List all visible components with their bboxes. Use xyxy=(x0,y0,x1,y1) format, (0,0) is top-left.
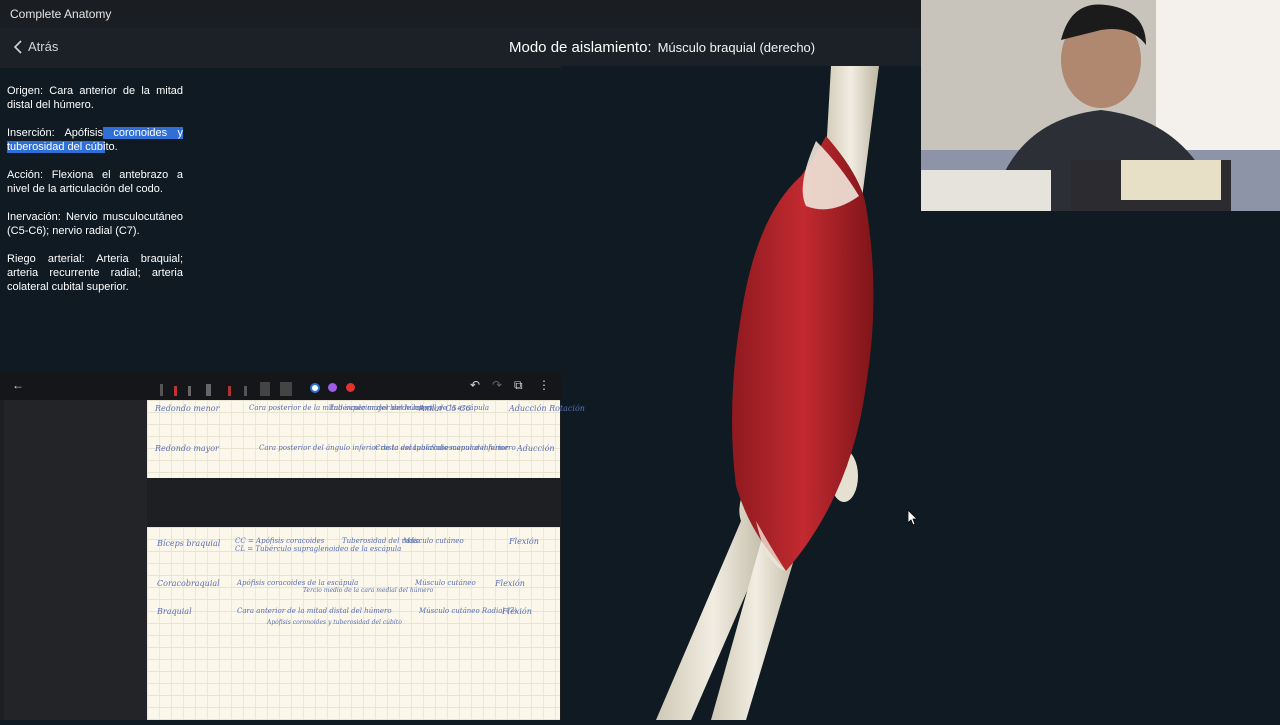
info-inervacion: Inervación: Nervio musculocutáneo (C5-C6… xyxy=(7,211,184,237)
note-text: Tubérculo mayor del húmero xyxy=(329,404,433,412)
arrow-left-icon[interactable]: ← xyxy=(12,378,24,392)
pen-color-white[interactable] xyxy=(310,383,320,393)
top-bar: Atrás Modo de aislamiento: Músculo braqui… xyxy=(0,28,921,68)
pen-tools[interactable] xyxy=(158,376,298,396)
webcam-overlay xyxy=(921,0,1280,211)
note-text: Aducción Rotación xyxy=(509,404,585,413)
info-insercion: Inserción: Apófisis coronoides y tuberos… xyxy=(7,127,183,153)
note-text: Cara anterior de la mitad distal del húm… xyxy=(237,607,392,615)
chevron-left-icon xyxy=(13,39,22,54)
app-title: Complete Anatomy xyxy=(10,7,112,21)
mode-label: Modo de aislamiento: xyxy=(509,39,652,56)
note-text: Flexión xyxy=(509,537,539,546)
pen-color-purple[interactable] xyxy=(328,383,337,392)
arm-model-illustration xyxy=(656,66,879,720)
note-text: Coracobraquial xyxy=(157,579,220,588)
note-text: Braquial xyxy=(157,607,192,616)
notes-app-overlay: ← ↶ ↷ ⧉ ⋮ Redondo menor Cara posterior d… xyxy=(0,372,585,720)
more-vertical-icon[interactable]: ⋮ xyxy=(538,378,550,392)
note-text: Apófisis coracoides de la escápula xyxy=(237,579,359,587)
note-text: Flexión xyxy=(502,607,532,616)
note-text: Axilar C5-C6 xyxy=(419,404,471,413)
note-text: Tercio medio de la cara medial del húmer… xyxy=(303,587,434,594)
note-text: Aducción xyxy=(517,444,555,453)
isolation-mode-title: Modo de aislamiento: Músculo braquial (de… xyxy=(509,39,815,56)
note-text: Redondo mayor xyxy=(155,444,219,453)
note-text: Bíceps braquial xyxy=(157,539,221,548)
note-text: Músculo cutáneo xyxy=(415,579,476,587)
note-text: Flexión xyxy=(495,579,525,588)
share-icon[interactable]: ⧉ xyxy=(514,378,523,393)
note-text: Redondo menor xyxy=(155,404,220,413)
back-label: Atrás xyxy=(28,39,59,54)
back-button[interactable]: Atrás xyxy=(12,39,58,54)
note-text: Músculo cutáneo xyxy=(403,537,464,545)
info-riego: Riego arterial: Arteria braquial; arteri… xyxy=(7,253,184,293)
notes-toolbar: ← ↶ ↷ ⧉ ⋮ xyxy=(0,372,561,400)
3d-model-viewport[interactable] xyxy=(561,66,921,720)
undo-icon[interactable]: ↶ xyxy=(470,378,480,392)
notes-page-1[interactable]: Redondo menor Cara posterior de la mitad… xyxy=(147,400,585,478)
pen-color-red[interactable] xyxy=(346,383,355,392)
webcam-image xyxy=(921,0,1280,211)
info-origen: Origen: Cara anterior de la mitad distal… xyxy=(7,85,183,111)
redo-icon[interactable]: ↷ xyxy=(492,378,502,392)
note-text: Subescapular inferior xyxy=(431,444,509,452)
muscle-name: Músculo braquial (derecho) xyxy=(657,40,816,55)
window-titlebar: Complete Anatomy xyxy=(0,0,921,28)
notes-page-sidebar xyxy=(4,400,147,720)
muscle-info-panel: Origen: Cara anterior de la mitad distal… xyxy=(7,84,183,308)
notes-page-2[interactable]: Bíceps braquial CC = Apófisis coracoides… xyxy=(147,527,560,720)
note-text: Apófisis coronoides y tuberosidad del cú… xyxy=(267,619,402,626)
mouse-cursor-icon xyxy=(908,510,918,526)
info-accion: Acción: Flexiona el antebrazo a nivel de… xyxy=(7,169,183,195)
